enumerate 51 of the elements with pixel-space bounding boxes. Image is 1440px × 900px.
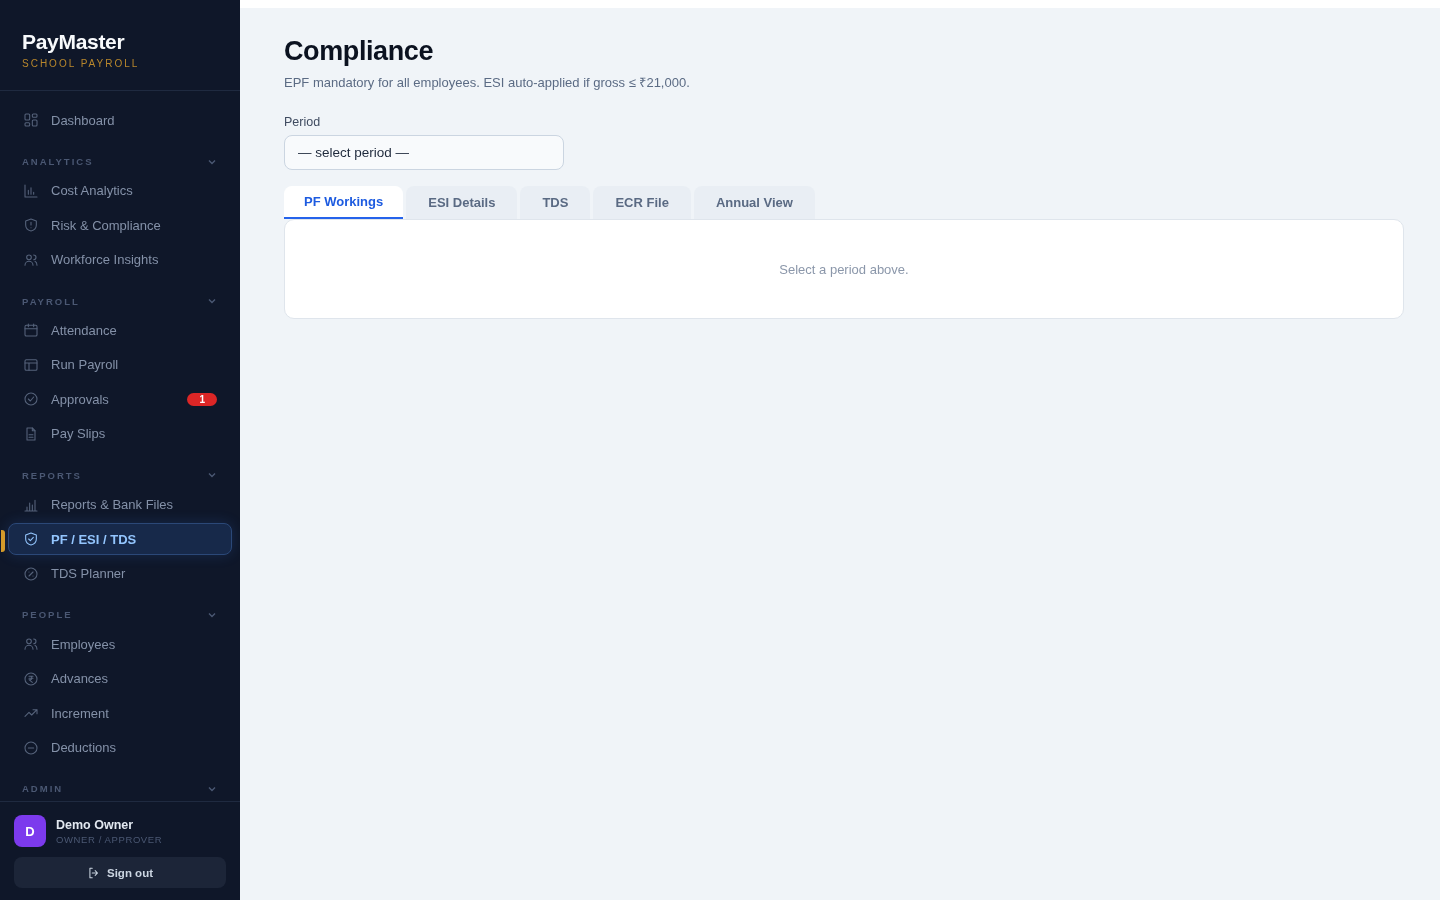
- shield-alert-icon: [23, 217, 39, 234]
- period-select[interactable]: — select period —: [284, 135, 564, 170]
- users-icon: [23, 636, 39, 653]
- shield-check-icon: [23, 531, 39, 548]
- section-heading: ANALYTICS: [22, 156, 94, 168]
- nav-item[interactable]: Reports & Bank Files: [8, 488, 232, 521]
- nav-item[interactable]: Increment: [8, 696, 232, 730]
- calendar-icon: [23, 322, 39, 339]
- field-label: Period: [284, 115, 322, 129]
- brand-tagline: SCHOOL PAYROLL: [22, 58, 141, 69]
- nav-item[interactable]: Attendance: [8, 314, 232, 347]
- active-indicator: [1, 529, 5, 552]
- table-icon: [23, 356, 39, 373]
- check-circle-icon: [23, 391, 39, 408]
- user-name: Demo Owner: [56, 817, 135, 832]
- empty-message: Select a period above.: [779, 261, 909, 277]
- user-role: OWNER / APPROVER: [56, 833, 163, 845]
- tab[interactable]: Annual View: [693, 186, 815, 219]
- page-subtitle: EPF mandatory for all employees. ESI auto-applied if gross ≤ ₹21,000.: [284, 74, 691, 91]
- nav-item[interactable]: Employees: [8, 627, 232, 661]
- nav-item[interactable]: Dashboard: [8, 104, 232, 137]
- nav-item[interactable]: Risk & Compliance: [8, 209, 232, 242]
- rupee-circle-icon: [23, 670, 39, 687]
- nav-item[interactable]: Run Payroll: [8, 348, 232, 382]
- section-heading: PAYROLL: [22, 295, 80, 307]
- bar-chart-icon: [23, 182, 39, 199]
- tab[interactable]: PF Workings: [284, 186, 404, 219]
- page-title: Compliance: [284, 36, 435, 67]
- section-heading: REPORTS: [22, 469, 82, 481]
- user-avatar: D: [14, 815, 46, 847]
- sign-out-button[interactable]: Sign out: [14, 857, 226, 888]
- minus-circle-icon: [23, 739, 39, 756]
- document-icon: [23, 426, 39, 442]
- tab[interactable]: ECR File: [593, 186, 691, 219]
- grid-icon: [23, 112, 39, 129]
- sign-out-icon: [87, 865, 101, 880]
- nav-item[interactable]: Deductions: [8, 731, 232, 764]
- tab[interactable]: ESI Details: [406, 186, 518, 219]
- nav-item[interactable]: Approvals 1: [8, 383, 232, 416]
- brand-logo: PayMaster: [22, 30, 126, 54]
- nav-item[interactable]: Pay Slips: [8, 417, 232, 451]
- section-heading: ADMIN: [22, 783, 64, 795]
- nav-item[interactable]: TDS Planner: [8, 557, 232, 590]
- users-icon: [23, 251, 39, 268]
- section-heading: PEOPLE: [22, 609, 73, 621]
- nav-item[interactable]: Cost Analytics: [8, 174, 232, 208]
- nav-item[interactable]: Workforce Insights: [8, 243, 232, 277]
- tab[interactable]: TDS: [520, 186, 591, 219]
- percent-circle-icon: [23, 565, 39, 582]
- nav-item[interactable]: Advances: [8, 662, 232, 695]
- count-badge: 1: [187, 392, 217, 406]
